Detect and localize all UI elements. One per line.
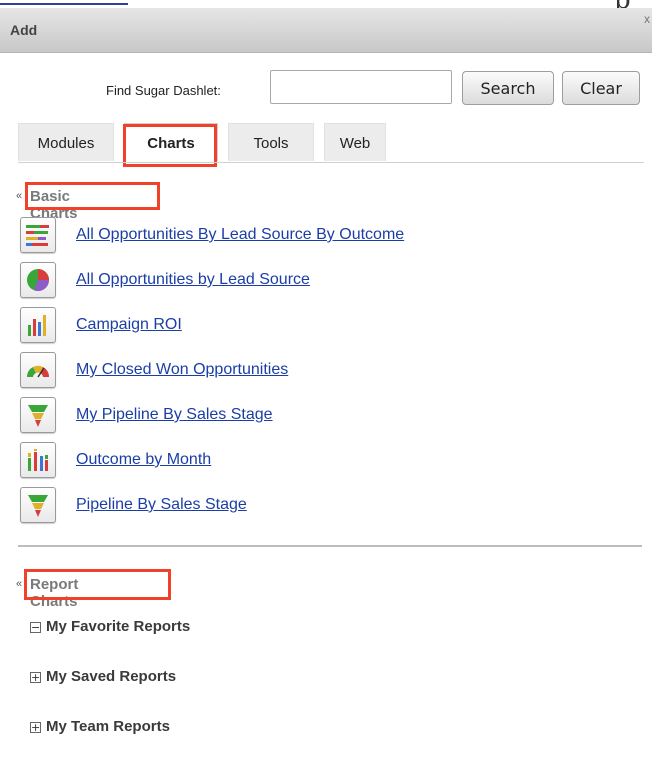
clear-button[interactable]: Clear <box>562 71 640 105</box>
collapse-toggle-icon[interactable]: − <box>30 622 41 633</box>
report-charts-title: Report Charts <box>30 576 79 610</box>
tab-modules[interactable]: Modules <box>18 123 114 161</box>
list-item: All Opportunities by Lead Source <box>20 258 640 303</box>
collapse-icon[interactable]: « <box>16 191 22 202</box>
funnel-chart-icon[interactable] <box>20 487 56 523</box>
dashlet-link[interactable]: Campaign ROI <box>76 316 182 334</box>
dashlet-link[interactable]: All Opportunities by Lead Source <box>76 271 310 289</box>
dashlet-link[interactable]: Pipeline By Sales Stage <box>76 496 247 514</box>
list-item: My Pipeline By Sales Stage <box>20 393 640 438</box>
gauge-chart-icon[interactable] <box>20 352 56 388</box>
grouped-bar-chart-icon[interactable] <box>20 442 56 478</box>
search-input[interactable] <box>270 70 452 104</box>
report-folder-label: My Saved Reports <box>46 668 177 685</box>
expand-toggle-icon[interactable]: + <box>30 722 41 733</box>
report-folder-label: My Favorite Reports <box>46 618 191 635</box>
dashlet-link[interactable]: Outcome by Month <box>76 451 211 469</box>
list-item: Outcome by Month <box>20 438 640 483</box>
report-folder-saved[interactable]: + My Saved Reports <box>30 668 630 718</box>
report-folder-favorite[interactable]: − My Favorite Reports <box>30 618 630 668</box>
dashlet-link[interactable]: My Closed Won Opportunities <box>76 361 288 379</box>
tab-tools[interactable]: Tools <box>228 123 314 161</box>
dialog-titlebar: Add x <box>0 8 652 53</box>
collapse-icon[interactable]: « <box>16 579 22 590</box>
tab-charts[interactable]: Charts <box>124 123 218 161</box>
dashlet-link[interactable]: My Pipeline By Sales Stage <box>76 406 273 424</box>
list-item: Pipeline By Sales Stage <box>20 483 640 528</box>
top-link-fragment <box>0 0 128 5</box>
dashlet-search-row: Find Sugar Dashlet: Search Clear <box>0 70 652 110</box>
close-icon[interactable]: x <box>644 12 650 26</box>
report-folder-list: − My Favorite Reports + My Saved Reports… <box>30 618 630 768</box>
funnel-chart-icon[interactable] <box>20 397 56 433</box>
list-item: My Closed Won Opportunities <box>20 348 640 393</box>
dashlet-link[interactable]: All Opportunities By Lead Source By Outc… <box>76 226 404 244</box>
tab-web[interactable]: Web <box>324 123 386 161</box>
pie-chart-icon[interactable] <box>20 262 56 298</box>
dialog-title: Add <box>10 22 38 38</box>
search-button[interactable]: Search <box>462 71 554 105</box>
bar-chart-icon[interactable] <box>20 307 56 343</box>
search-label: Find Sugar Dashlet: <box>106 83 221 98</box>
section-divider <box>18 545 642 547</box>
expand-toggle-icon[interactable]: + <box>30 672 41 683</box>
basic-charts-list: All Opportunities By Lead Source By Outc… <box>20 213 640 528</box>
list-item: Campaign ROI <box>20 303 640 348</box>
list-item: All Opportunities By Lead Source By Outc… <box>20 213 640 258</box>
stacked-bar-chart-icon[interactable] <box>20 217 56 253</box>
report-folder-label: My Team Reports <box>46 718 170 735</box>
tabs-divider <box>18 162 644 163</box>
report-folder-team[interactable]: + My Team Reports <box>30 718 630 768</box>
